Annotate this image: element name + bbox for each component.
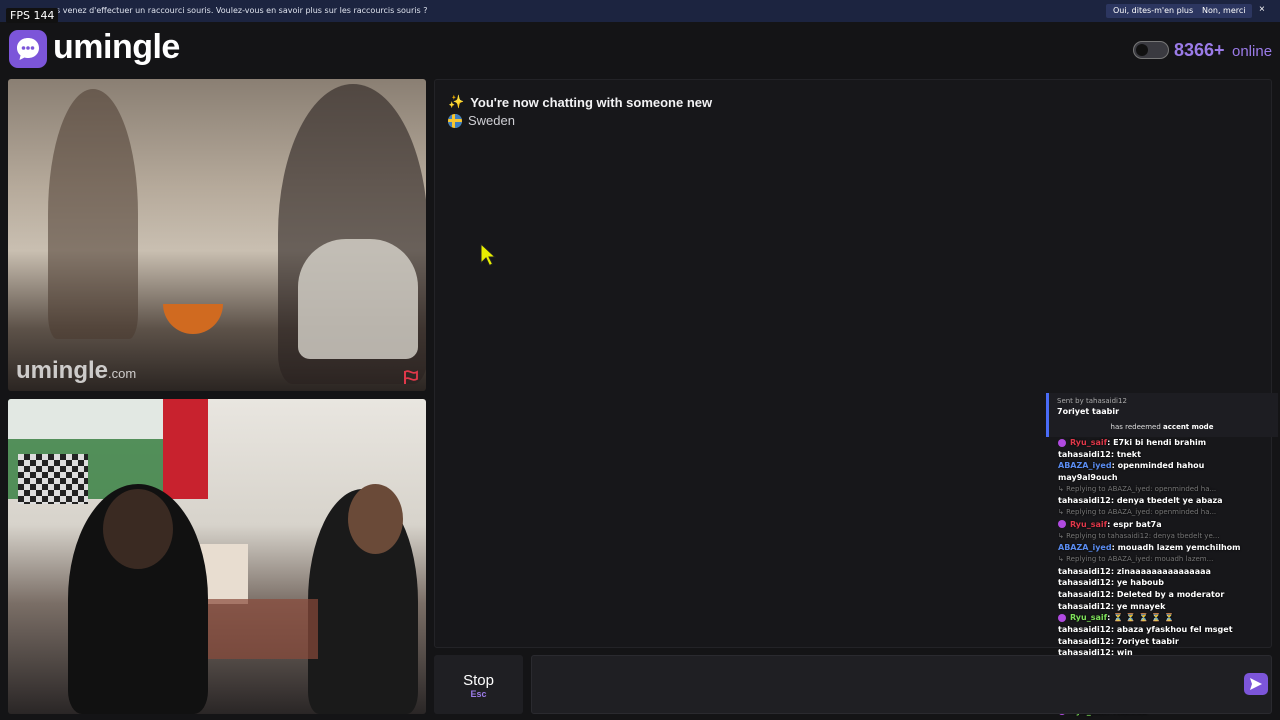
overlay-message-text: ⏳ ⏳ ⏳ ⏳ ⏳ (1113, 613, 1175, 623)
brand-logo[interactable]: umingle (53, 28, 180, 67)
sparkles-icon: ✨ (448, 94, 465, 109)
orange-bowl (163, 304, 223, 334)
close-icon[interactable]: × (1259, 4, 1265, 15)
country-name: Sweden (468, 113, 515, 128)
overlay-chat-line: tahasaidi12: ye haboub (1058, 578, 1164, 588)
chat-status: ✨ You're now chatting with someone new (448, 94, 712, 110)
overlay-message-text: ↳ Replying to ABAZA_iyed: mouadh lazem..… (1058, 554, 1214, 563)
overlay-chat-line: tahasaidi12: denya tbedelt ye abaza (1058, 496, 1223, 506)
overlay-chat-line: tahasaidi12: abaza yfaskhou fel msget (1058, 625, 1233, 634)
stream-chat-overlay: Sent by tahasaidi12 7oriyet taabir has r… (1046, 393, 1278, 716)
overlay-message-text: ↳ Replying to ABAZA_iyed: openminded ha.… (1058, 484, 1217, 493)
overlay-reply-line: ↳ Replying to ABAZA_iyed: mouadh lazem..… (1058, 554, 1278, 566)
overlay-reply-line: ↳ Replying to tahasaidi12: denya tbedelt… (1058, 531, 1278, 543)
chat-country: Sweden (448, 113, 515, 128)
overlay-username: tahasaidi12 (1058, 449, 1111, 459)
chess-board (18, 454, 88, 504)
online-label: online (1232, 43, 1273, 60)
overlay-message-text: ye haboub (1116, 578, 1164, 588)
overlay-username: tahasaidi12 (1058, 496, 1111, 506)
pinned-text: 7oriyet taabir (1057, 407, 1120, 416)
overlay-chat-line: Ryu_saif: espr bat7a (1058, 519, 1278, 531)
bed (208, 599, 318, 659)
overlay-username: tahasaidi12 (1058, 566, 1111, 576)
overlay-chat-line: tahasaidi12: Deleted by a moderator (1058, 589, 1225, 599)
stop-button[interactable]: Stop Esc (434, 655, 523, 714)
overlay-message-text: ↳ Replying to ABAZA_iyed: openminded ha.… (1058, 508, 1217, 517)
wall-flag-triangle (163, 399, 208, 499)
message-input[interactable] (531, 655, 1272, 714)
overlay-username: tahasaidi12 (1058, 636, 1111, 646)
theme-toggle[interactable] (1133, 41, 1169, 59)
sweatpants (298, 239, 418, 359)
person-silhouette (48, 89, 138, 339)
send-button[interactable] (1244, 673, 1268, 695)
overlay-chat-line: Ryu_saif: ⏳ ⏳ ⏳ ⏳ ⏳ (1058, 612, 1278, 624)
overlay-message-text: ye mnayek (1116, 601, 1166, 611)
overlay-reply-line: ↳ Replying to ABAZA_iyed: openminded ha.… (1058, 507, 1278, 519)
subscriber-badge-icon (1058, 613, 1066, 622)
subscriber-badge-icon (1058, 438, 1066, 447)
chat-status-text: You're now chatting with someone new (470, 94, 713, 110)
chat-bubble-icon[interactable] (9, 30, 47, 68)
sweden-flag-icon (448, 113, 462, 128)
overlay-message-text: zinaaaaaaaaaaaaaaa (1116, 566, 1211, 576)
stop-shortcut: Esc (470, 689, 487, 699)
overlay-chat-line: tahasaidi12: 7oriyet taabir (1058, 636, 1179, 646)
online-count: 8366+ (1174, 40, 1225, 60)
redeem-notice: has redeemed accent mode (1110, 423, 1214, 431)
stop-label: Stop (463, 672, 494, 689)
overlay-message-text: may9al9ouch (1058, 473, 1118, 483)
umingle-watermark: umingle.com (16, 357, 137, 384)
overlay-username: Ryu_saif (1070, 519, 1108, 529)
fps-counter: FPS 144 (6, 8, 59, 23)
overlay-message-text: ↳ Replying to tahasaidi12: denya tbedelt… (1058, 531, 1220, 540)
overlay-chat-line: may9al9ouch (1058, 472, 1278, 484)
overlay-message-text: espr bat7a (1113, 519, 1162, 529)
overlay-username: Ryu_saif (1070, 613, 1108, 623)
overlay-username: ABAZA_iyed (1058, 543, 1112, 553)
notification-yes-button[interactable]: Oui, dites-m'en plus (1106, 4, 1201, 18)
report-flag-icon[interactable] (402, 369, 420, 385)
self-video (8, 399, 426, 714)
overlay-username: tahasaidi12 (1058, 589, 1111, 599)
notification-no-button[interactable]: Non, merci (1195, 4, 1253, 18)
send-icon (1250, 678, 1262, 690)
person-head (348, 484, 403, 554)
overlay-username: tahasaidi12 (1058, 625, 1111, 634)
mouse-cursor-icon (480, 243, 496, 267)
overlay-message-text: denya tbedelt ye abaza (1116, 496, 1223, 506)
overlay-message-text: openminded hahou (1117, 461, 1205, 471)
notification-bar: s venez d'effectuer un raccourci souris.… (0, 0, 1280, 22)
overlay-message-text: Deleted by a moderator (1116, 589, 1225, 599)
overlay-chat-line: tahasaidi12: zinaaaaaaaaaaaaaaa (1058, 566, 1211, 576)
overlay-message-text: mouadh lazem yemchilhom (1117, 543, 1241, 553)
subscriber-badge-icon (1058, 520, 1066, 529)
notification-text: s venez d'effectuer un raccourci souris.… (56, 6, 428, 15)
overlay-chat-line: tahasaidi12: tnekt (1058, 449, 1141, 459)
overlay-chat-line: tahasaidi12: ye mnayek (1058, 601, 1166, 611)
overlay-chat-line: ABAZA_iyed: mouadh lazem yemchilhom (1058, 543, 1241, 553)
person-head (103, 489, 173, 569)
overlay-reply-line: ↳ Replying to ABAZA_iyed: openminded ha.… (1058, 484, 1278, 496)
overlay-message-text: abaza yfaskhou fel msget (1116, 625, 1233, 634)
overlay-username: tahasaidi12 (1058, 601, 1111, 611)
overlay-username: tahasaidi12 (1058, 578, 1111, 588)
overlay-message-text: E7ki bi hendi brahim (1113, 438, 1207, 447)
overlay-username: ABAZA_iyed (1058, 461, 1112, 471)
stranger-video: umingle.com (8, 79, 426, 391)
overlay-chat-line: ABAZA_iyed: openminded hahou (1058, 461, 1205, 471)
overlay-message-text: tnekt (1116, 449, 1141, 459)
pinned-author: Sent by tahasaidi12 (1057, 397, 1127, 405)
overlay-chat-line: Ryu_saif: E7ki bi hendi brahim (1058, 437, 1278, 449)
overlay-username: Ryu_saif (1070, 438, 1108, 447)
overlay-message-text: 7oriyet taabir (1116, 636, 1179, 646)
